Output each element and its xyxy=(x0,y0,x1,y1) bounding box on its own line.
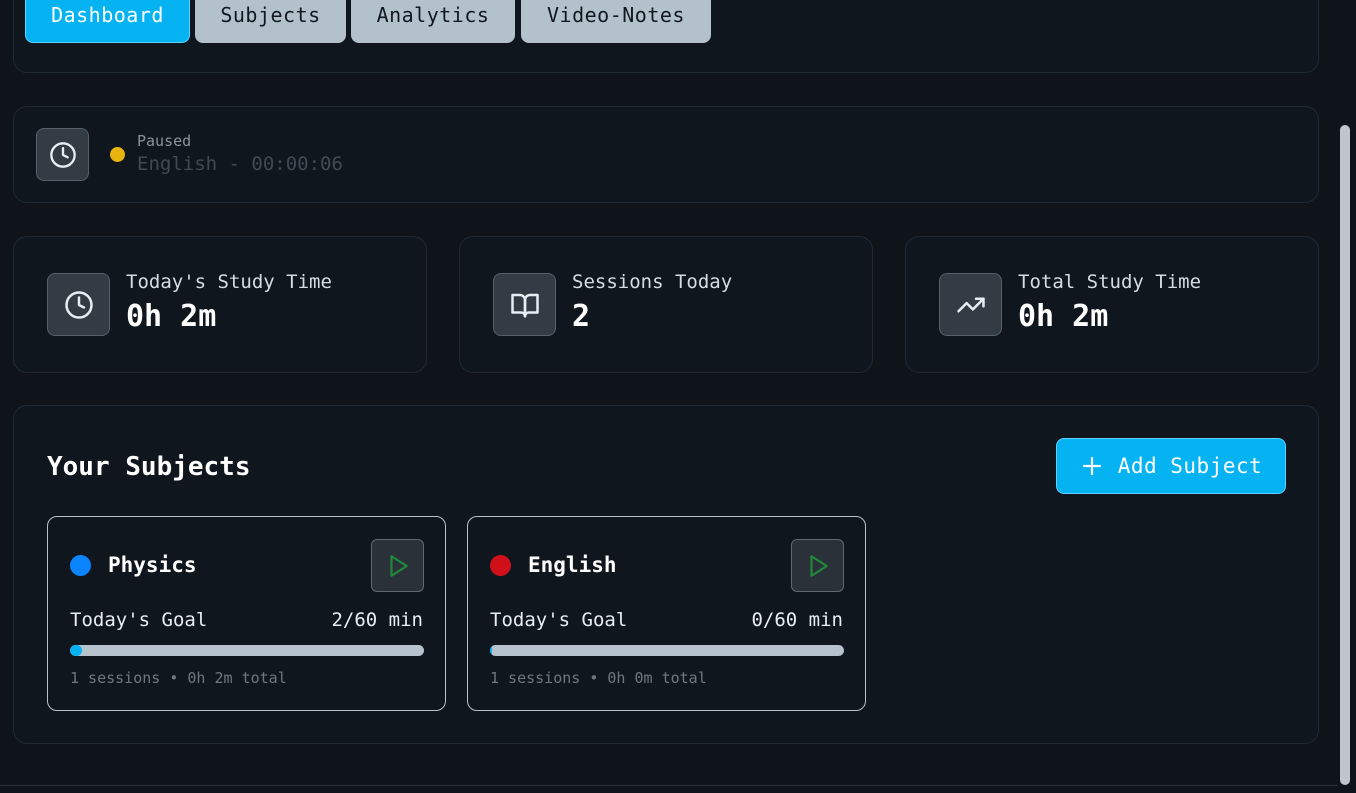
subject-meta: 1 sessions • 0h 0m total xyxy=(490,669,707,687)
subject-color-dot xyxy=(70,555,91,576)
play-icon xyxy=(389,554,408,577)
timer-current-session: English - 00:00:06 xyxy=(137,153,343,175)
start-session-button[interactable] xyxy=(791,539,844,592)
subject-meta: 1 sessions • 0h 2m total xyxy=(70,669,287,687)
stat-label: Total Study Time xyxy=(1018,271,1202,293)
add-subject-button[interactable]: Add Subject xyxy=(1056,438,1286,494)
book-open-icon xyxy=(510,293,539,317)
goal-label: Today's Goal xyxy=(490,609,628,631)
tab-dashboard[interactable]: Dashboard xyxy=(25,0,190,43)
goal-progress-bar xyxy=(490,645,844,656)
tab-subjects[interactable]: Subjects xyxy=(195,0,346,43)
status-indicator-dot xyxy=(110,147,125,162)
start-session-button[interactable] xyxy=(371,539,424,592)
timer-status-label: Paused xyxy=(137,132,192,150)
stat-card-total-study-time: Total Study Time 0h 2m xyxy=(905,236,1319,373)
scrollbar-thumb[interactable] xyxy=(1340,125,1350,785)
clock-icon xyxy=(49,141,76,168)
top-nav: Dashboard Subjects Analytics Video-Notes xyxy=(13,0,1319,73)
timer-status-panel: Paused English - 00:00:06 xyxy=(13,106,1319,203)
subjects-panel: Your Subjects Add Subject Physics Today'… xyxy=(13,405,1319,744)
stat-icon-box xyxy=(939,273,1002,336)
clock-icon xyxy=(64,290,93,319)
stat-card-today-study-time: Today's Study Time 0h 2m xyxy=(13,236,427,373)
trending-up-icon xyxy=(956,297,985,312)
subject-color-dot xyxy=(490,555,511,576)
tab-analytics[interactable]: Analytics xyxy=(351,0,515,43)
plus-icon xyxy=(1082,456,1101,476)
stat-icon-box xyxy=(493,273,556,336)
goal-value: 2/60 min xyxy=(331,609,423,631)
goal-value: 0/60 min xyxy=(751,609,843,631)
stat-value: 2 xyxy=(572,299,591,334)
stat-icon-box xyxy=(47,273,110,336)
subject-name: English xyxy=(528,553,617,577)
play-icon xyxy=(809,554,828,577)
subject-name: Physics xyxy=(108,553,197,577)
subjects-section-title: Your Subjects xyxy=(47,452,251,482)
subject-card-english: English Today's Goal 0/60 min 1 sessions… xyxy=(467,516,866,711)
tab-video-notes[interactable]: Video-Notes xyxy=(521,0,711,43)
stat-label: Today's Study Time xyxy=(126,271,332,293)
goal-progress-bar xyxy=(70,645,424,656)
goal-label: Today's Goal xyxy=(70,609,208,631)
timer-icon-box xyxy=(36,128,89,181)
stat-value: 0h 2m xyxy=(1018,299,1109,334)
stat-card-sessions-today: Sessions Today 2 xyxy=(459,236,873,373)
add-subject-label: Add Subject xyxy=(1117,454,1263,478)
goal-progress-fill xyxy=(70,645,82,656)
stat-value: 0h 2m xyxy=(126,299,217,334)
goal-progress-fill xyxy=(490,645,493,656)
page-bottom-divider xyxy=(0,785,1338,786)
subject-card-physics: Physics Today's Goal 2/60 min 1 sessions… xyxy=(47,516,446,711)
stat-label: Sessions Today xyxy=(572,271,733,293)
